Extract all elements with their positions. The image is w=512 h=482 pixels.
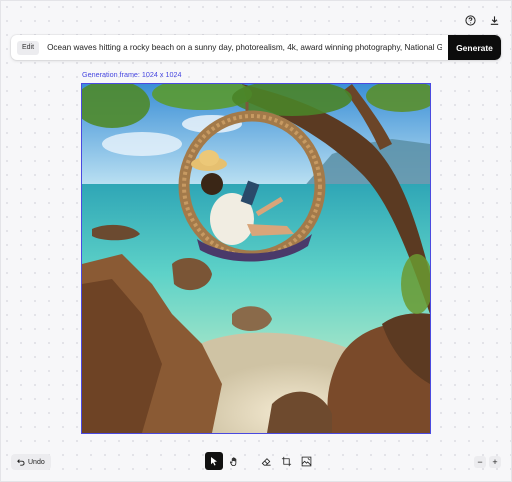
select-tool[interactable]: [205, 452, 223, 470]
eraser-icon: [261, 457, 271, 466]
header-actions: [462, 12, 502, 28]
generated-image: [82, 84, 430, 433]
zoom-out-button[interactable]: −: [474, 456, 486, 468]
undo-button[interactable]: Undo: [11, 454, 51, 470]
edit-mode-chip[interactable]: Edit: [17, 40, 40, 55]
hand-icon: [229, 456, 236, 466]
prompt-bar: Edit Generate: [11, 35, 501, 60]
image-edit-icon: [301, 456, 311, 466]
image-edit-tool[interactable]: [297, 452, 315, 470]
generation-frame-label: Generation frame: 1024 x 1024: [82, 70, 182, 79]
eraser-tool[interactable]: [257, 452, 275, 470]
undo-icon: [17, 459, 25, 466]
prompt-input[interactable]: [39, 43, 448, 52]
zoom-controls: − +: [474, 456, 501, 468]
crop-tool[interactable]: [277, 452, 295, 470]
canvas-toolbar: [205, 452, 315, 470]
generate-button[interactable]: Generate: [448, 35, 501, 60]
generation-frame[interactable]: [81, 83, 431, 434]
pan-tool[interactable]: [225, 452, 243, 470]
zoom-in-button[interactable]: +: [489, 456, 501, 468]
help-icon[interactable]: [462, 12, 478, 28]
frame-icon: [281, 456, 291, 466]
cursor-icon: [211, 457, 217, 466]
undo-label: Undo: [28, 458, 45, 466]
download-icon[interactable]: [486, 12, 502, 28]
